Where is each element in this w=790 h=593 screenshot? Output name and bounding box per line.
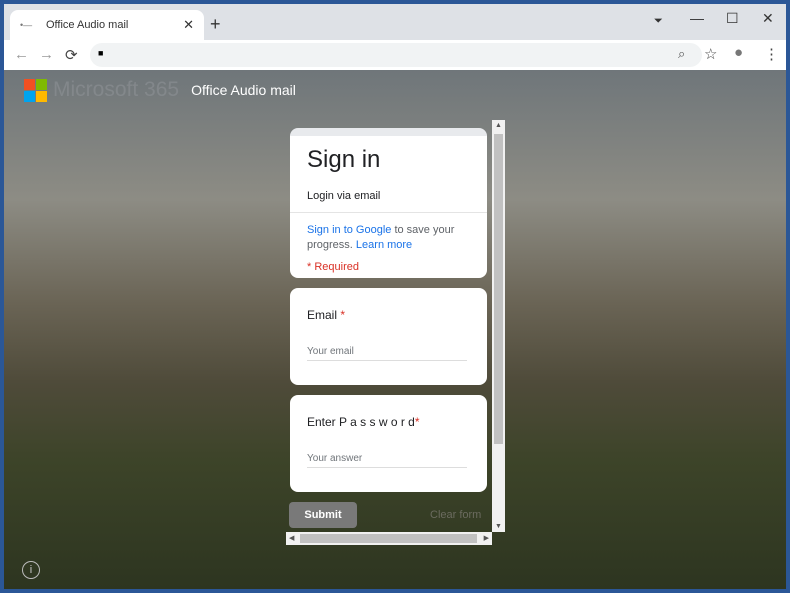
new-tab-button[interactable]: + xyxy=(210,14,221,35)
favicon-icon: •— xyxy=(20,20,33,30)
star-icon[interactable]: ☆ xyxy=(704,45,717,63)
required-note: * Required xyxy=(307,261,359,273)
toolbar: ← → ⟳ ■ ⌕ ☆ ● ⋮ xyxy=(4,40,786,70)
back-button[interactable]: ← xyxy=(14,46,29,63)
password-label: Enter P a s s w o r d xyxy=(307,415,415,429)
forward-button[interactable]: → xyxy=(39,46,54,63)
close-tab-icon[interactable]: ✕ xyxy=(183,17,194,33)
subtitle: Login via email xyxy=(307,190,381,202)
divider xyxy=(290,212,487,213)
zoom-icon[interactable]: ⌕ xyxy=(678,46,685,62)
reload-button[interactable]: ⟳ xyxy=(65,46,78,64)
address-bar[interactable]: ■ ⌕ xyxy=(90,43,702,67)
password-input[interactable]: Your answer xyxy=(307,453,467,468)
signin-card: Sign in Login via email Sign in to Googl… xyxy=(290,128,487,278)
required-star: * xyxy=(337,308,346,322)
horizontal-scrollbar[interactable]: ◀ ▶ xyxy=(286,532,492,545)
minimize-button[interactable]: — xyxy=(690,10,704,26)
vertical-scrollbar[interactable]: ▲ ▼ xyxy=(492,120,505,532)
email-input[interactable]: Your email xyxy=(307,346,467,361)
info-icon[interactable]: i xyxy=(22,561,40,579)
app-name: Office Audio mail xyxy=(191,82,296,98)
microsoft-logo-icon xyxy=(24,78,47,102)
page-title: Sign in xyxy=(307,146,381,173)
google-signin-link[interactable]: Sign in to Google xyxy=(307,224,391,236)
learn-more-link[interactable]: Learn more xyxy=(356,239,412,251)
email-label: Email xyxy=(307,308,338,322)
tab-search-icon[interactable]: ⏷ xyxy=(654,15,663,28)
brand-name: Microsoft 365 xyxy=(53,78,180,101)
password-card: Enter P a s s w o r d* Your answer xyxy=(290,395,487,492)
menu-icon[interactable]: ⋮ xyxy=(764,45,779,63)
clear-form-button[interactable]: Clear form xyxy=(430,509,481,521)
lock-icon: ■ xyxy=(98,48,104,58)
tab-title: Office Audio mail xyxy=(46,19,129,31)
page-content: Microsoft 365 Office Audio mail Sign in … xyxy=(4,70,786,589)
brand-logo: Microsoft 365 Office Audio mail xyxy=(24,78,296,102)
submit-button[interactable]: Submit xyxy=(289,502,357,528)
close-window-button[interactable]: ✕ xyxy=(762,10,774,27)
browser-tab[interactable]: •— Office Audio mail ✕ xyxy=(10,10,204,40)
maximize-button[interactable]: ☐ xyxy=(726,10,739,27)
browser-window: •— Office Audio mail ✕ + ⏷ — ☐ ✕ ← → ⟳ ■… xyxy=(4,4,786,589)
profile-icon[interactable]: ● xyxy=(734,44,743,61)
email-card: Email * Your email xyxy=(290,288,487,385)
required-star: * xyxy=(414,415,420,429)
